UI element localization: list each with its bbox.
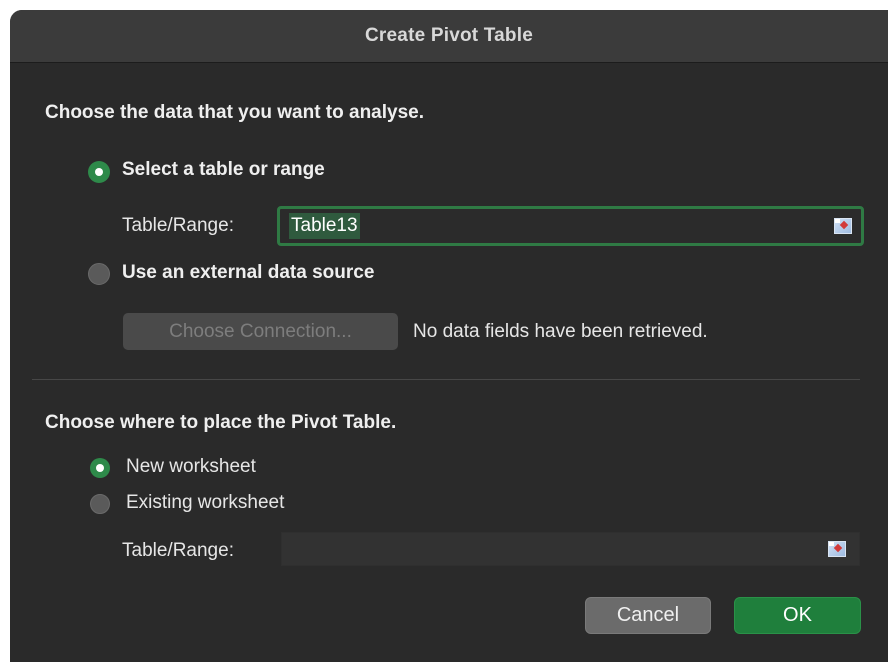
- place-range-label: Table/Range:: [122, 540, 234, 561]
- connection-status-text: No data fields have been retrieved.: [413, 321, 708, 342]
- new-worksheet-radio[interactable]: [90, 458, 110, 478]
- cancel-button[interactable]: Cancel: [585, 597, 711, 634]
- existing-worksheet-label[interactable]: Existing worksheet: [126, 492, 284, 514]
- external-source-radio[interactable]: [88, 263, 110, 285]
- ok-button[interactable]: OK: [734, 597, 861, 634]
- range-picker-icon[interactable]: [834, 218, 852, 234]
- external-source-label[interactable]: Use an external data source: [122, 262, 374, 284]
- data-range-input[interactable]: Table13: [277, 206, 864, 246]
- section-divider: [32, 379, 860, 380]
- new-worksheet-label[interactable]: New worksheet: [126, 456, 256, 478]
- place-section-heading: Choose where to place the Pivot Table.: [45, 412, 397, 433]
- choose-connection-button[interactable]: Choose Connection...: [123, 313, 398, 350]
- data-range-label: Table/Range:: [122, 215, 234, 236]
- range-picker-icon[interactable]: [828, 541, 846, 557]
- dialog-title: Create Pivot Table: [365, 25, 533, 46]
- create-pivot-table-dialog: Create Pivot Table Choose the data that …: [10, 10, 888, 662]
- dialog-titlebar: Create Pivot Table: [10, 10, 888, 63]
- existing-worksheet-radio[interactable]: [90, 494, 110, 514]
- place-range-input[interactable]: [281, 532, 860, 566]
- data-section-heading: Choose the data that you want to analyse…: [45, 102, 425, 123]
- data-range-value: Table13: [289, 213, 360, 239]
- select-table-radio[interactable]: [88, 161, 110, 183]
- select-table-label[interactable]: Select a table or range: [122, 159, 325, 181]
